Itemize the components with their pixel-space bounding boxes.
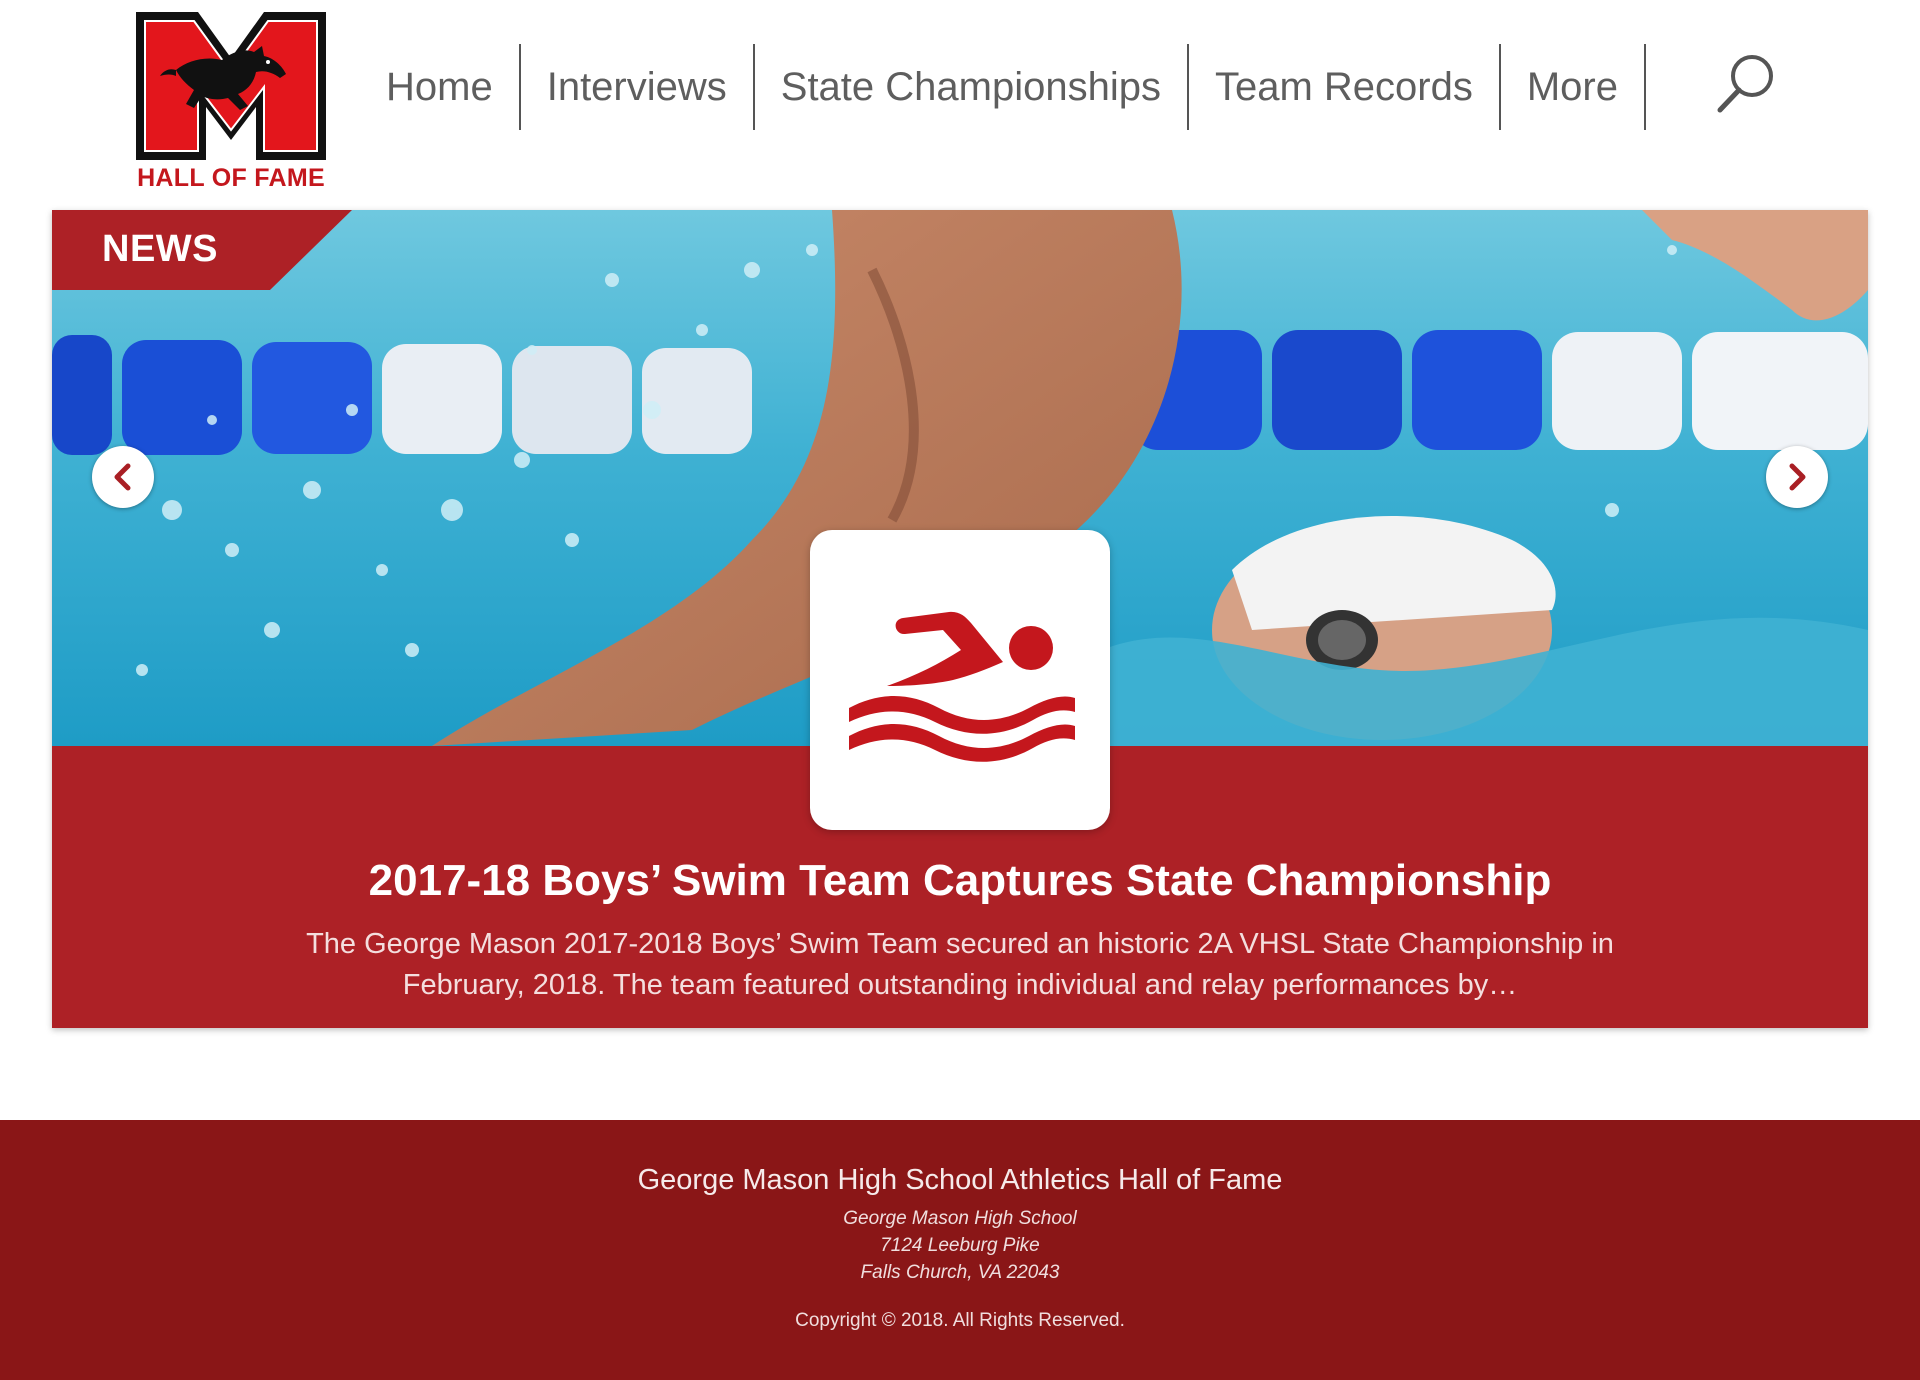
search-button[interactable] (1712, 50, 1780, 118)
nav-item-state-championships[interactable]: State Championships (755, 44, 1187, 130)
footer-school: George Mason High School (843, 1208, 1077, 1229)
footer-street: 7124 Leeburg Pike (880, 1235, 1040, 1256)
nav-item-interviews[interactable]: Interviews (521, 44, 753, 130)
news-headline[interactable]: 2017-18 Boys’ Swim Team Captures State C… (52, 856, 1868, 906)
footer-copyright: Copyright © 2018. All Rights Reserved. (795, 1310, 1125, 1331)
nav-item-home[interactable]: Home (360, 44, 519, 130)
main-nav: Home Interviews State Championships Team… (360, 44, 1646, 130)
sport-icon-tile (810, 530, 1110, 830)
carousel-next-button[interactable] (1766, 446, 1828, 508)
news-tag: NEWS (52, 210, 352, 290)
news-summary: The George Mason 2017-2018 Boys’ Swim Te… (306, 928, 1614, 1001)
mustang-m-logo-icon (136, 12, 326, 160)
chevron-right-icon (1789, 463, 1806, 491)
nav-item-more[interactable]: More (1501, 44, 1644, 130)
nav-divider (1644, 44, 1646, 130)
swimmer-icon (849, 611, 1075, 762)
news-label: NEWS (102, 228, 218, 270)
nav-item-team-records[interactable]: Team Records (1189, 44, 1499, 130)
site-footer: George Mason High School Athletics Hall … (0, 1120, 1920, 1380)
footer-city: Falls Church, VA 22043 (860, 1262, 1060, 1283)
news-carousel: NEWS 2017-18 Boys’ Swim Team Captures St… (52, 210, 1868, 1028)
footer-title: George Mason High School Athletics Hall … (637, 1164, 1283, 1196)
site-header: HALL OF FAME Home Interviews State Champ… (0, 0, 1920, 205)
logo-hall-of-fame-text: HALL OF FAME (137, 164, 325, 192)
hall-of-fame-logo[interactable]: HALL OF FAME (136, 12, 326, 192)
chevron-left-icon (114, 463, 131, 491)
carousel-prev-button[interactable] (92, 446, 154, 508)
search-icon (1717, 55, 1773, 113)
